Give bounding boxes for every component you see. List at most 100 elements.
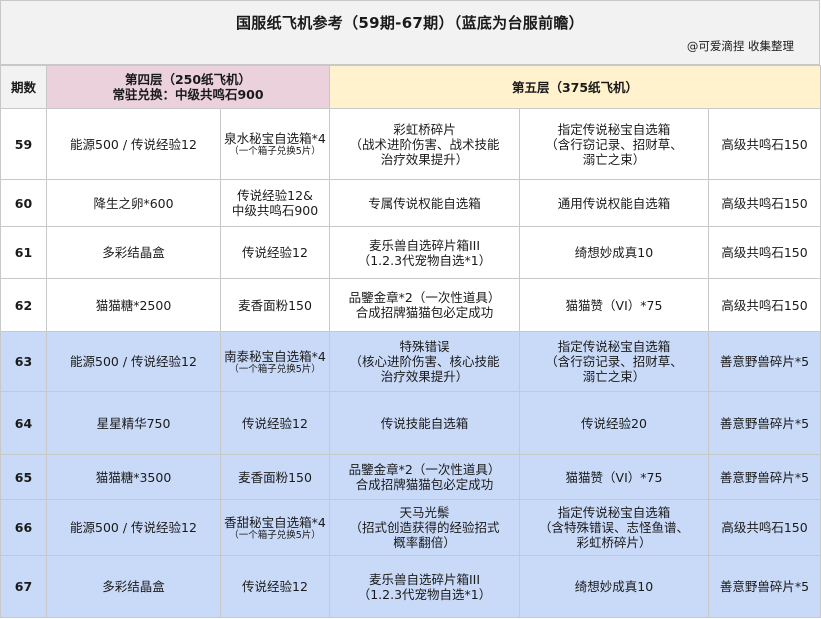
- period-cell: 63: [0, 331, 47, 392]
- cell-line: 麦乐兽自选碎片箱III: [368, 571, 481, 587]
- floor4-reward-b: 麦香面粉150: [220, 454, 330, 500]
- floor4-reward-b: 传说经验12: [220, 226, 330, 279]
- floor5-reward-b: 通用传说权能自选箱: [519, 179, 709, 227]
- floor4-reward-a: 多彩结晶盒: [46, 555, 221, 618]
- cell-line: （含特殊错误、志怪鱼谱、: [538, 520, 689, 535]
- cell-line: 专属传说权能自选箱: [368, 195, 481, 211]
- cell-line: 香甜秘宝自选箱*4: [224, 514, 326, 530]
- floor5-reward-c: 善意野兽碎片*5: [707, 555, 821, 618]
- cell-line: （一个箱子兑换5片）: [229, 146, 321, 157]
- cell-line: 合成招牌猫猫包必定成功: [355, 305, 494, 320]
- floor5-reward-a: 彩虹桥碎片 （战术进阶伤害、战术技能 治疗效果提升）: [329, 108, 520, 180]
- floor4-reward-b: 传说经验12& 中级共鸣石900: [220, 179, 330, 227]
- floor5-reward-b: 猫猫赞（VI）*75: [519, 278, 709, 332]
- cell-line: 特殊错误: [399, 339, 450, 354]
- floor5-reward-c: 善意野兽碎片*5: [707, 391, 821, 455]
- period-cell: 65: [0, 454, 47, 500]
- period-cell: 59: [0, 108, 47, 180]
- floor5-reward-c: 高级共鸣石150: [707, 499, 821, 556]
- floor4-reward-b: 南泰秘宝自选箱*4 （一个箱子兑换5片）: [220, 331, 330, 392]
- cell-line: 绮想妙成真10: [574, 579, 654, 594]
- cell-line: 品鑒金章*2（一次性道具）: [348, 462, 501, 477]
- cell-line: 天马光鬃: [399, 505, 450, 520]
- cell-line: 溺亡之束）: [582, 369, 646, 384]
- cell-line: 传说经验12: [242, 579, 308, 594]
- floor5-reward-a: 品鑒金章*2（一次性道具） 合成招牌猫猫包必定成功: [329, 454, 520, 500]
- cell-line: 麦香面粉150: [238, 469, 312, 485]
- cell-line: （1.2.3代宠物自选*1）: [357, 586, 492, 602]
- cell-line: 指定传说秘宝自选箱: [557, 339, 671, 354]
- cell-line: （一个箱子兑换5片）: [229, 529, 321, 541]
- floor5-reward-c: 善意野兽碎片*5: [707, 331, 821, 392]
- floor4-reward-a: 能源500 / 传说经验12: [46, 499, 221, 556]
- cell-line: 猫猫赞（VI）*75: [565, 469, 663, 485]
- floor4-reward-a: 降生之卵*600: [46, 179, 221, 227]
- table-body: 59 能源500 / 传说经验12 泉水秘宝自选箱*4 （一个箱子兑换5片） 彩虹桥碎片…: [0, 108, 821, 618]
- cell-line: 指定传说秘宝自选箱: [557, 121, 671, 137]
- floor5-reward-b: 指定传说秘宝自选箱 （含特殊错误、志怪鱼谱、 彩虹桥碎片）: [519, 499, 709, 556]
- floor5-reward-c: 高级共鸣石150: [707, 108, 821, 180]
- header-floor4-subtitle: 常驻兑换：中级共鸣石900: [112, 87, 264, 102]
- floor4-reward-b: 传说经验12: [220, 555, 330, 618]
- header-floor4-title: 第四层（250纸飞机）: [124, 72, 252, 87]
- period-cell: 66: [0, 499, 47, 556]
- floor5-reward-c: 高级共鸣石150: [707, 179, 821, 227]
- floor4-reward-b: 麦香面粉150: [220, 278, 330, 332]
- header-floor5: 第五层（375纸飞机）: [328, 65, 821, 109]
- floor4-reward-a: 星星精华750: [46, 391, 221, 455]
- cell-line: （核心进阶伤害、核心技能: [349, 354, 500, 369]
- cell-line: 传说经验12: [242, 245, 308, 260]
- cell-line: 南泰秘宝自选箱*4: [224, 348, 326, 364]
- title-bar: 国服纸飞机参考（59期-67期）（蓝底为台服前瞻） @可爱滴捏 收集整理: [0, 0, 820, 65]
- floor4-reward-a: 能源500 / 传说经验12: [46, 108, 221, 180]
- cell-line: （战术进阶伤害、战术技能: [349, 136, 500, 152]
- cell-line: 概率翻倍）: [393, 535, 456, 550]
- table-row: 60 降生之卵*600 传说经验12& 中级共鸣石900 专属传说权能自选箱 通用传说权能…: [0, 179, 821, 227]
- spreadsheet: 国服纸飞机参考（59期-67期）（蓝底为台服前瞻） @可爱滴捏 收集整理 期数 …: [0, 0, 821, 619]
- cell-line: 彩虹桥碎片）: [576, 535, 652, 550]
- floor5-reward-c: 高级共鸣石150: [707, 226, 821, 279]
- period-cell: 62: [0, 278, 47, 332]
- cell-line: （含行窃记录、招财草、: [545, 354, 683, 369]
- period-cell: 67: [0, 555, 47, 618]
- cell-line: 麦香面粉150: [238, 297, 312, 313]
- floor5-reward-c: 善意野兽碎片*5: [707, 454, 821, 500]
- floor5-reward-a: 传说技能自选箱: [329, 391, 520, 455]
- period-cell: 64: [0, 391, 47, 455]
- cell-line: 中级共鸣石900: [231, 203, 319, 218]
- floor5-reward-a: 麦乐兽自选碎片箱III （1.2.3代宠物自选*1）: [329, 226, 520, 279]
- cell-line: 品鑒金章*2（一次性道具）: [348, 290, 501, 305]
- cell-line: 通用传说权能自选箱: [557, 195, 671, 211]
- floor5-reward-b: 绮想妙成真10: [519, 226, 709, 279]
- table-row: 65 猫猫糖*3500 麦香面粉150 品鑒金章*2（一次性道具） 合成招牌猫猫包必定成…: [0, 454, 821, 500]
- floor5-reward-b: 指定传说秘宝自选箱 （含行窃记录、招财草、 溺亡之束）: [519, 108, 709, 180]
- table-row: 67 多彩结晶盒 传说经验12 麦乐兽自选碎片箱III （1.2.3代宠物自选*1） 绮想…: [0, 555, 821, 618]
- floor4-reward-a: 猫猫糖*3500: [46, 454, 221, 500]
- cell-line: （一个箱子兑换5片）: [229, 363, 321, 375]
- cell-line: 合成招牌猫猫包必定成功: [355, 477, 494, 492]
- cell-line: （含行窃记录、招财草、: [545, 136, 683, 152]
- cell-line: 麦乐兽自选碎片箱III: [368, 237, 481, 253]
- floor5-reward-a: 专属传说权能自选箱: [329, 179, 520, 227]
- reward-table: 期数 第四层（250纸飞机） 常驻兑换：中级共鸣石900 第五层（375纸飞机）…: [0, 65, 821, 618]
- floor5-reward-c: 高级共鸣石150: [707, 278, 821, 332]
- cell-line: 溺亡之束）: [582, 151, 646, 167]
- cell-line: 传说经验12: [242, 415, 308, 431]
- cell-line: 传说经验20: [581, 415, 647, 431]
- floor4-reward-b: 泉水秘宝自选箱*4 （一个箱子兑换5片）: [220, 108, 330, 180]
- table-row: 62 猫猫糖*2500 麦香面粉150 品鑒金章*2（一次性道具） 合成招牌猫猫包必定成…: [0, 278, 821, 332]
- table-row: 64 星星精华750 传说经验12 传说技能自选箱 传说经验20 善意野兽碎片*5: [0, 391, 821, 455]
- cell-line: 传说技能自选箱: [380, 415, 469, 431]
- floor4-reward-a: 猫猫糖*2500: [46, 278, 221, 332]
- table-row: 61 多彩结晶盒 传说经验12 麦乐兽自选碎片箱III （1.2.3代宠物自选*1） 绮想…: [0, 226, 821, 279]
- table-row: 66 能源500 / 传说经验12 香甜秘宝自选箱*4 （一个箱子兑换5片） 天马光鬃 （…: [0, 499, 821, 556]
- floor5-reward-a: 麦乐兽自选碎片箱III （1.2.3代宠物自选*1）: [329, 555, 520, 618]
- table-row: 63 能源500 / 传说经验12 南泰秘宝自选箱*4 （一个箱子兑换5片） 特殊错误（…: [0, 331, 821, 392]
- floor5-reward-a: 特殊错误 （核心进阶伤害、核心技能 治疗效果提升）: [329, 331, 520, 392]
- floor5-reward-b: 绮想妙成真10: [519, 555, 709, 618]
- cell-line: 绮想妙成真10: [574, 245, 654, 260]
- floor4-reward-b: 传说经验12: [220, 391, 330, 455]
- header-period: 期数: [0, 65, 47, 109]
- header-floor4: 第四层（250纸飞机） 常驻兑换：中级共鸣石900: [46, 65, 330, 109]
- floor4-reward-b: 香甜秘宝自选箱*4 （一个箱子兑换5片）: [220, 499, 330, 556]
